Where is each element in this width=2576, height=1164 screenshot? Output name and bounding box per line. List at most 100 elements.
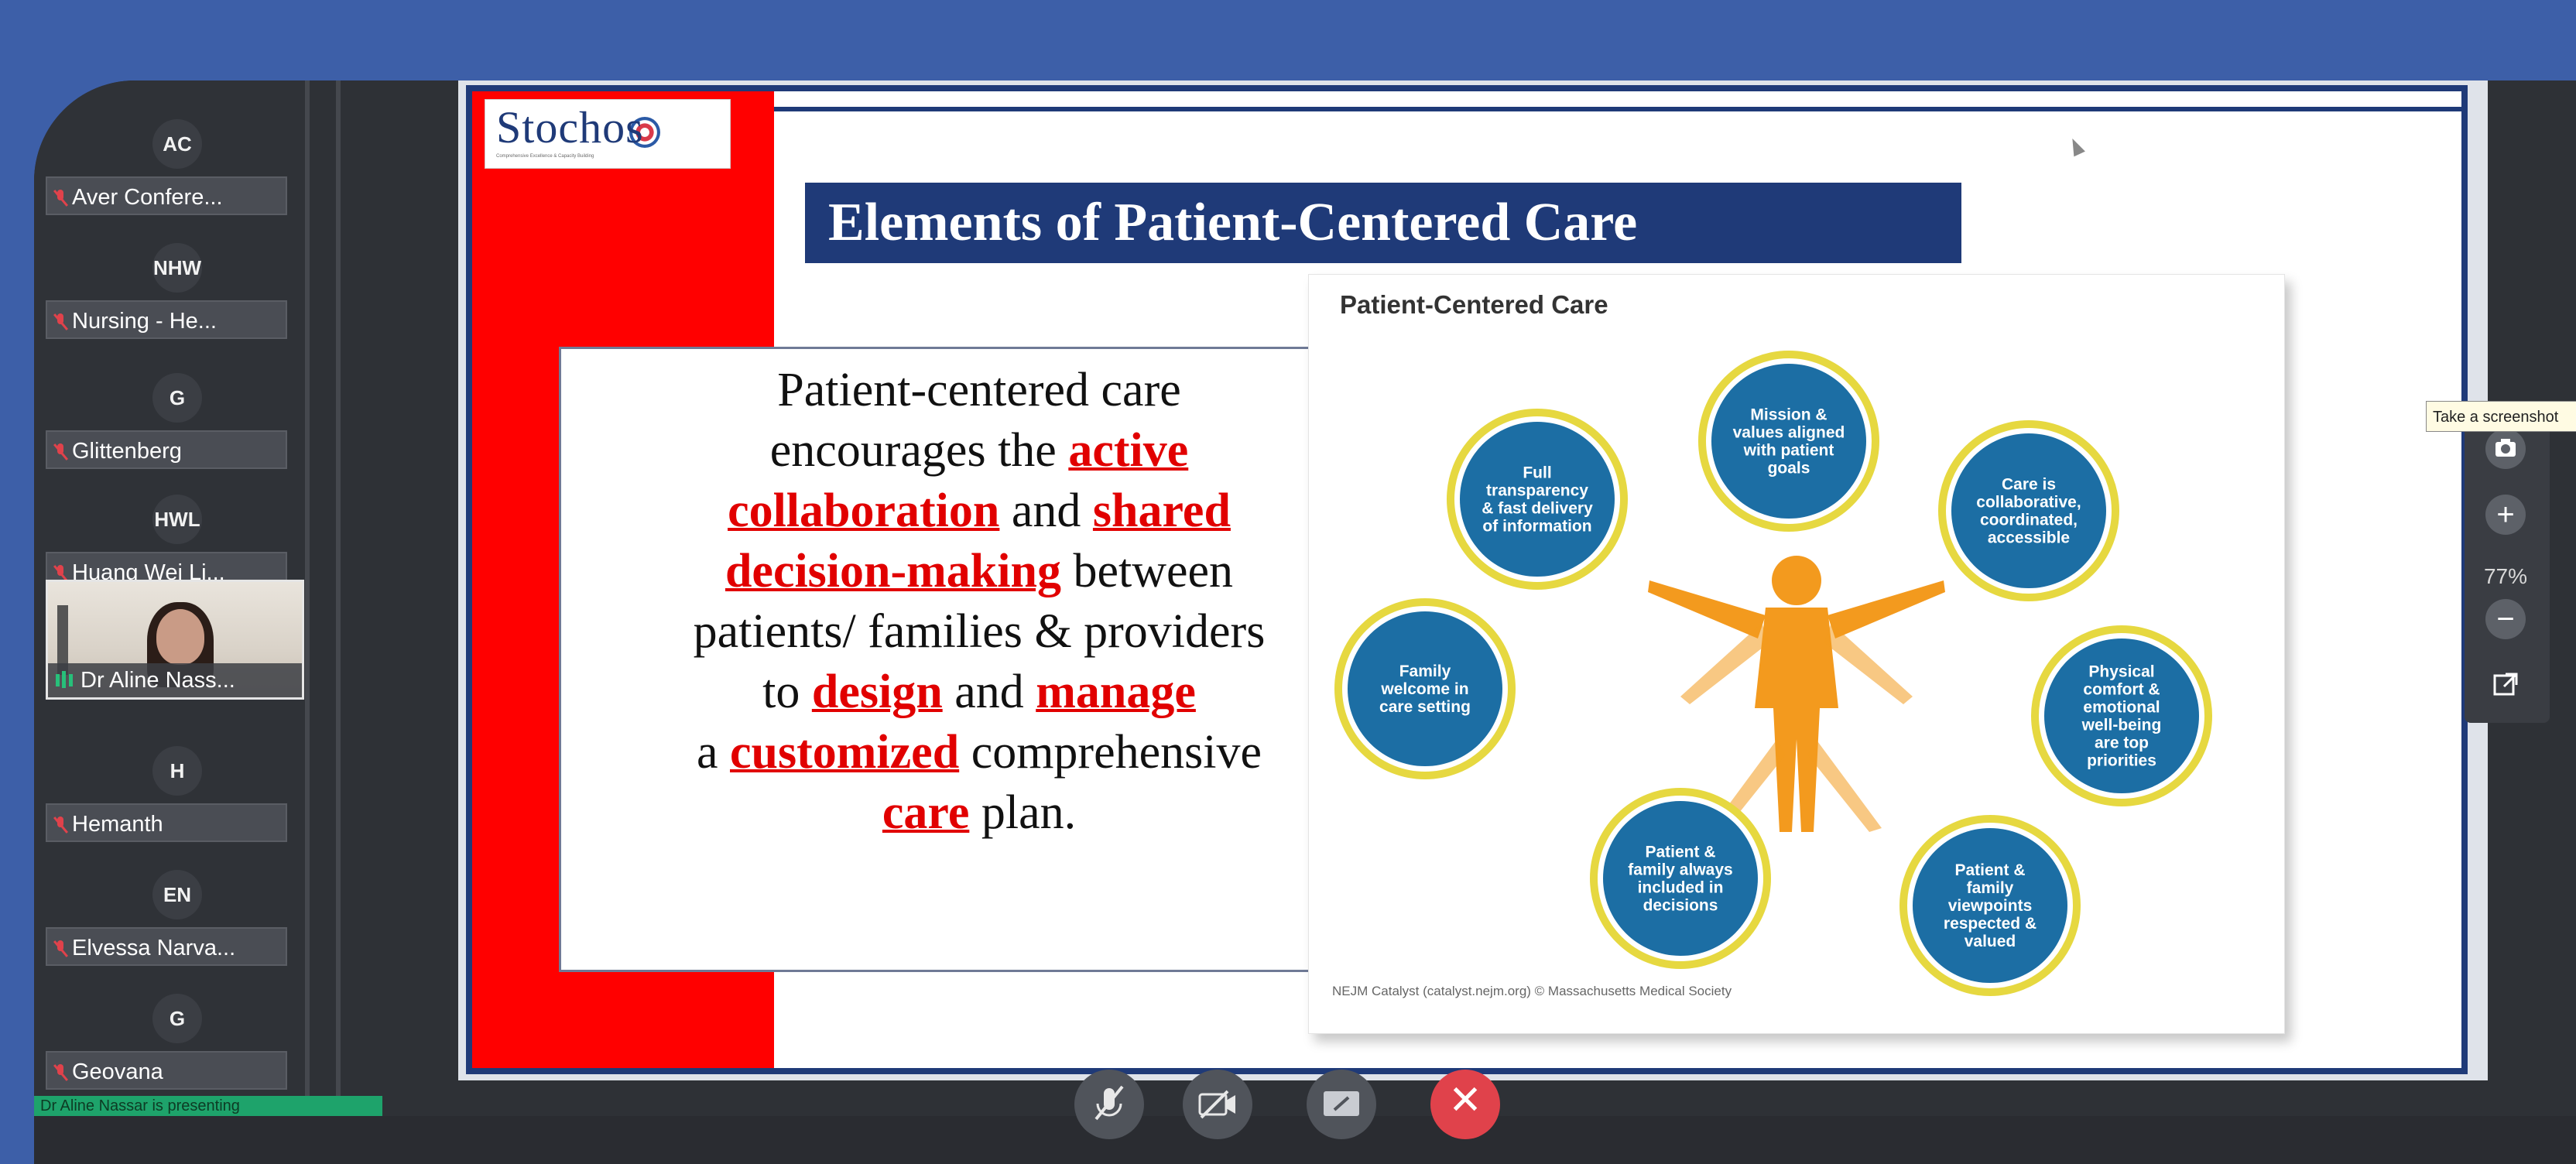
participant-name-tag: Aver Confere... <box>46 176 287 215</box>
participant-name: Geovana <box>72 1060 163 1084</box>
participant-name: Nursing - He... <box>72 309 217 334</box>
video-tile-active-speaker[interactable]: Dr Aline Nass... <box>46 580 304 700</box>
external-window-icon <box>2493 673 2518 696</box>
care-element-label: coordinated, <box>1980 512 2078 529</box>
presentation-slide: Stochos Comprehensive Excellence & Capac… <box>466 85 2468 1074</box>
text-line: Patient-centered care <box>577 360 1382 420</box>
pop-out-button[interactable] <box>2485 665 2526 705</box>
care-element-label: valued <box>1965 933 2016 950</box>
shared-screen-area: Stochos Comprehensive Excellence & Capac… <box>458 80 2488 1080</box>
mic-off-icon <box>55 313 66 330</box>
highlight-word: care <box>882 786 970 839</box>
participant-tile[interactable]: G Glittenberg <box>46 373 309 501</box>
care-element-label: family always <box>1628 861 1732 879</box>
text-run: and <box>942 666 1036 718</box>
zoom-controls: + 77% − <box>2465 406 2550 723</box>
participant-name-tag: Elvessa Narva... <box>46 927 287 966</box>
care-element-label: respected & <box>1944 915 2036 933</box>
text-line: a customized comprehensive <box>577 722 1382 782</box>
minus-icon: − <box>2496 602 2515 636</box>
presenting-status-badge: Dr Aline Nassar is presenting <box>34 1096 382 1116</box>
sidebar-resize-handle[interactable] <box>305 80 310 1116</box>
text-line: care plan. <box>577 782 1382 843</box>
participant-name: Hemanth <box>72 812 163 837</box>
meeting-window: AC Aver Confere... NHW Nursing - He... G… <box>34 80 2576 1164</box>
mic-off-icon <box>55 1064 66 1081</box>
participants-sidebar: AC Aver Confere... NHW Nursing - He... G… <box>34 80 309 1116</box>
zoom-out-button[interactable]: − <box>2485 599 2526 639</box>
video-person-face <box>156 609 204 665</box>
care-element-label: with patient <box>1743 442 1834 460</box>
figure-credit: NEJM Catalyst (catalyst.nejm.org) © Mass… <box>1332 984 1732 998</box>
video-off-icon <box>1198 1090 1235 1119</box>
avatar: EN <box>152 870 202 919</box>
patient-centered-care-figure: Patient-Centered Care Mission & values al… <box>1308 274 2285 1034</box>
text-run: a <box>696 726 731 779</box>
zoom-level: 77% <box>2483 564 2528 588</box>
care-element-label: Mission & <box>1750 406 1827 424</box>
logo-text: Stochos <box>496 102 644 152</box>
participant-tile[interactable]: EN Elvessa Narva... <box>46 870 309 998</box>
mic-off-icon <box>55 190 66 207</box>
care-element-label: emotional <box>2083 699 2160 717</box>
care-element-label: collaborative, <box>1976 494 2081 512</box>
avatar: HWL <box>152 495 202 544</box>
care-element-label: family <box>1967 879 2014 897</box>
participant-name: Elvessa Narva... <box>72 936 236 960</box>
care-element-label: are top <box>2095 734 2149 752</box>
participant-name: Dr Aline Nass... <box>80 668 235 693</box>
text-line: collaboration and shared <box>577 481 1382 541</box>
video-toggle-button[interactable] <box>1183 1070 1252 1139</box>
care-element-label: Family <box>1399 662 1451 680</box>
end-call-button[interactable]: ✕ <box>1430 1070 1500 1139</box>
slide-title-bar: Elements of Patient-Centered Care <box>805 183 1961 263</box>
participant-tile[interactable]: H Hemanth <box>46 746 309 874</box>
mic-off-icon <box>55 443 66 460</box>
care-element-label: Care is <box>2002 476 2056 494</box>
care-element-label: transparency <box>1486 482 1588 500</box>
highlight-word: collaboration <box>728 484 1000 537</box>
screenshot-tooltip: Take a screenshot <box>2426 401 2576 432</box>
slide-title: Elements of Patient-Centered Care <box>828 193 1638 252</box>
care-element-label: welcome in <box>1380 680 1468 698</box>
participant-name-tag: Hemanth <box>46 803 287 842</box>
screenshot-button[interactable] <box>2485 429 2526 469</box>
text-run: and <box>999 484 1093 537</box>
care-element-label: priorities <box>2087 752 2156 770</box>
highlight-word: decision-making <box>724 545 1061 597</box>
care-element-label: accessible <box>1988 529 2070 547</box>
slide-top-rule <box>774 107 2461 111</box>
share-screen-icon <box>1324 1091 1359 1116</box>
participant-tile[interactable]: NHW Nursing - He... <box>46 243 309 371</box>
care-element-label: decisions <box>1643 897 1718 915</box>
text-run: Patient-centered care <box>777 364 1181 416</box>
text-run: patients/ families & providers <box>693 605 1266 658</box>
mute-button[interactable] <box>1074 1070 1144 1139</box>
zoom-in-button[interactable]: + <box>2485 495 2526 535</box>
text-line: encourages the active <box>577 420 1382 481</box>
participant-tile[interactable]: AC Aver Confere... <box>46 119 309 247</box>
stochos-logo: Stochos Comprehensive Excellence & Capac… <box>485 99 731 169</box>
highlight-word: shared <box>1092 484 1231 537</box>
text-run: between <box>1061 545 1234 597</box>
care-element-label: Physical <box>2088 663 2154 681</box>
text-run: comprehensive <box>959 726 1262 779</box>
avatar: G <box>152 373 202 423</box>
care-element-label: included in <box>1638 879 1724 897</box>
care-element-label: of information <box>1482 518 1591 536</box>
mic-off-icon <box>55 940 66 957</box>
text-run: plan. <box>969 786 1077 839</box>
human-figure-head <box>1772 556 1821 605</box>
plus-icon: + <box>2496 498 2515 532</box>
close-icon: ✕ <box>1448 1078 1482 1123</box>
text-run: to <box>762 666 812 718</box>
video-name-tag: Dr Aline Nass... <box>48 663 302 697</box>
care-element-label: comfort & <box>2083 681 2160 699</box>
avatar: G <box>152 994 202 1043</box>
care-element-label: Patient & <box>1645 844 1715 861</box>
highlight-word: active <box>1068 424 1189 477</box>
logo-tagline: Comprehensive Excellence & Capacity Buil… <box>496 154 594 159</box>
camera-icon <box>2496 439 2516 457</box>
share-screen-button[interactable] <box>1307 1070 1376 1139</box>
participant-name-tag: Glittenberg <box>46 430 287 469</box>
